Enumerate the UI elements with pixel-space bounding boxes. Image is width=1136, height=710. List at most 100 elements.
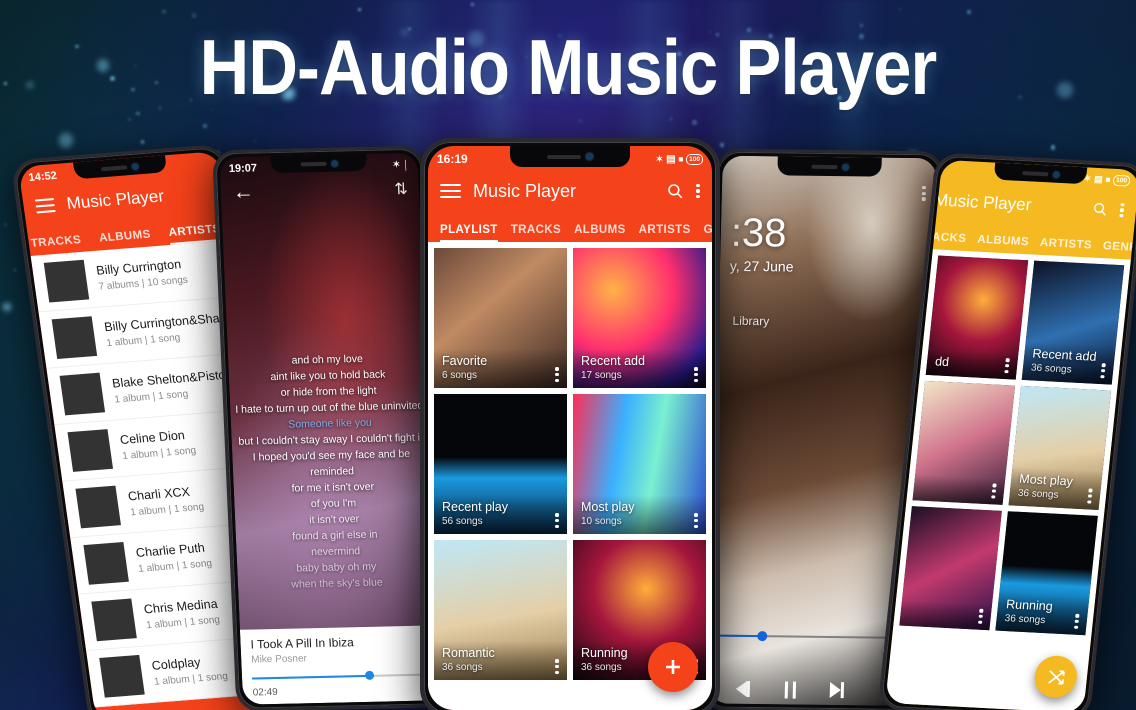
card-more-options-icon[interactable] xyxy=(555,513,559,528)
banner-title: HD-Audio Music Player xyxy=(199,23,938,111)
tab-albums[interactable]: ALBUMS xyxy=(976,234,1030,255)
tab-artists[interactable]: ARTISTS xyxy=(1039,237,1092,258)
card-more-options-icon[interactable] xyxy=(694,367,698,382)
wifi-icon: ⏹ xyxy=(1105,174,1111,185)
menu-hamburger-icon[interactable] xyxy=(440,184,461,198)
vibrate-icon: ▤ xyxy=(666,153,676,165)
next-icon[interactable] xyxy=(830,681,845,699)
search-icon[interactable] xyxy=(1091,201,1109,218)
front-camera-icon xyxy=(841,163,849,170)
artist-thumbnail xyxy=(91,598,137,642)
now-playing-bar[interactable]: I Took A Pill In Ibiza Mike Posner 02:49 xyxy=(239,625,442,705)
tab-genres[interactable]: GE xyxy=(704,224,712,242)
app-title: Music Player xyxy=(65,186,166,213)
shuffle-icon xyxy=(1047,669,1065,685)
playlist-song-count: 36 songs xyxy=(581,662,622,673)
playlist-card[interactable]: Recent play 56 songs xyxy=(434,394,567,534)
add-playlist-fab[interactable] xyxy=(648,642,698,692)
seek-handle[interactable] xyxy=(756,631,767,642)
card-more-options-icon[interactable] xyxy=(1004,358,1010,374)
tab-artists[interactable]: ARTISTS xyxy=(639,224,691,242)
playlist-name: Running xyxy=(581,646,628,660)
previous-icon[interactable] xyxy=(735,680,751,698)
tab-tracks[interactable]: ACKS xyxy=(931,231,966,251)
track-artist: Mike Posner xyxy=(251,653,308,666)
playlist-song-count: 36 songs xyxy=(1004,613,1046,627)
playlist-card[interactable] xyxy=(899,506,1002,631)
app-title: Music Player xyxy=(473,180,577,201)
pause-icon[interactable] xyxy=(784,680,796,699)
lyrics-panel: and oh my love aint like you to hold back… xyxy=(228,350,436,594)
front-camera-icon xyxy=(331,160,338,167)
playlist-song-count: 36 songs xyxy=(442,662,483,673)
card-more-options-icon[interactable] xyxy=(978,609,984,624)
lockscreen-clock: :38 xyxy=(730,210,787,256)
seek-fill xyxy=(252,674,370,680)
playlist-card[interactable] xyxy=(912,380,1016,505)
artist-thumbnail xyxy=(43,259,90,303)
speaker-grille-icon xyxy=(1021,170,1049,176)
playlist-grid[interactable]: dd Recent add 36 songs Most play 36 songs Run… xyxy=(885,249,1131,710)
artist-thumbnail xyxy=(75,485,121,529)
more-options-icon[interactable] xyxy=(696,183,700,199)
back-arrow-icon[interactable]: ← xyxy=(232,180,254,203)
battery-icon: 100 xyxy=(1112,174,1131,187)
card-more-options-icon[interactable] xyxy=(1074,614,1080,629)
seek-bar[interactable] xyxy=(252,667,431,685)
front-camera-icon xyxy=(131,162,139,170)
artist-thumbnail xyxy=(59,372,106,416)
phone-lyrics: 19:07 ✶ │ ← ⇅ and oh my love aint like yo… xyxy=(212,145,449,710)
tab-albums[interactable]: ALBUMS xyxy=(574,224,626,242)
more-options-icon[interactable] xyxy=(1119,202,1125,218)
phone-playlist-screen: 16:19 ✶ ▤ ⏹ 100 Music Player PLAYLIST TR… xyxy=(428,146,712,710)
playlist-song-count: 56 songs xyxy=(442,516,483,527)
battery-icon: 100 xyxy=(686,153,703,165)
playlist-card[interactable]: Most play 36 songs xyxy=(1008,385,1112,510)
tab-playlist[interactable]: PLAYLIST xyxy=(440,224,498,242)
playlist-card[interactable]: Romantic 36 songs xyxy=(434,540,567,680)
card-more-options-icon[interactable] xyxy=(991,483,997,499)
speaker-grille-icon xyxy=(547,154,581,159)
seek-handle[interactable] xyxy=(365,670,375,680)
playlist-name: Recent add xyxy=(581,354,645,368)
playlist-card[interactable]: Most play 10 songs xyxy=(573,394,706,534)
playlist-song-count: 6 songs xyxy=(442,370,478,381)
status-time: 19:07 xyxy=(228,161,258,175)
speaker-grille-icon xyxy=(811,164,838,169)
tab-tracks[interactable]: TRACKS xyxy=(511,224,561,242)
elapsed-time: 02:49 xyxy=(252,686,278,699)
playlist-grid[interactable]: Favorite 6 songs Recent add 17 songs Recent … xyxy=(428,242,712,710)
vibrate-icon: ▤ xyxy=(1093,173,1104,185)
card-more-options-icon[interactable] xyxy=(694,513,698,528)
menu-hamburger-icon[interactable] xyxy=(34,198,56,214)
card-more-options-icon[interactable] xyxy=(1100,363,1106,379)
tab-genres[interactable]: GENRE xyxy=(1102,240,1136,260)
search-icon[interactable] xyxy=(666,182,684,200)
equalizer-icon[interactable]: ⇅ xyxy=(394,179,407,199)
phone-notch xyxy=(510,146,630,167)
phone-lyrics-screen: 19:07 ✶ │ ← ⇅ and oh my love aint like yo… xyxy=(219,152,442,705)
artist-thumbnail xyxy=(67,429,114,472)
tab-bar: PLAYLIST TRACKS ALBUMS ARTISTS GE xyxy=(428,214,712,242)
card-more-options-icon[interactable] xyxy=(1087,488,1093,504)
app-title: Music Player xyxy=(933,190,1033,215)
card-more-options-icon[interactable] xyxy=(555,659,559,674)
lockscreen-date: y, 27 June xyxy=(729,257,794,275)
card-more-options-icon[interactable] xyxy=(555,367,559,382)
phone-notch xyxy=(270,153,368,174)
playlist-name: Most play xyxy=(581,500,635,514)
playlist-name: dd xyxy=(934,354,950,370)
playlist-card[interactable]: Recent add 36 songs xyxy=(1021,260,1125,385)
more-options-icon[interactable] xyxy=(922,186,926,201)
playlist-name: Recent play xyxy=(442,500,509,514)
playlist-card[interactable]: Favorite 6 songs xyxy=(434,248,567,388)
playlist-card[interactable]: dd xyxy=(925,255,1029,380)
promo-banner-canvas: HD-Audio Music Player 14:52 Music Player… xyxy=(0,0,1136,710)
playlist-card[interactable]: Recent add 17 songs xyxy=(573,248,706,388)
status-time: 14:52 xyxy=(27,169,58,184)
app-bar: Music Player xyxy=(428,168,712,214)
front-camera-icon xyxy=(1052,171,1060,178)
playlist-card[interactable]: Running 36 songs xyxy=(995,511,1098,636)
playlist-song-count: 10 songs xyxy=(581,516,622,527)
seek-fill xyxy=(718,634,762,637)
